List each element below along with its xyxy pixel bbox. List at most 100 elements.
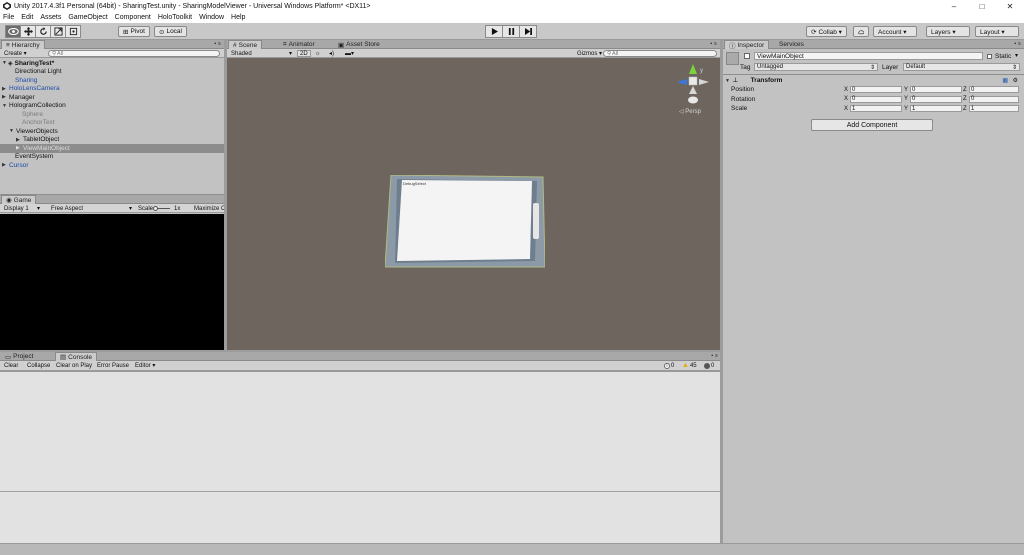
- menu-file[interactable]: File: [3, 14, 14, 21]
- scene-search-input[interactable]: ⚲ All: [603, 50, 717, 57]
- tab-scene[interactable]: # Scene: [228, 40, 263, 49]
- panel-menu-icon[interactable]: ▪ ≡: [1014, 41, 1021, 47]
- close-button[interactable]: ✕: [996, 0, 1024, 12]
- transform-row-label[interactable]: Scale: [731, 105, 747, 112]
- axis-label[interactable]: X: [844, 106, 848, 112]
- axis-label[interactable]: Y: [904, 96, 908, 102]
- axis-label[interactable]: Z: [963, 87, 967, 93]
- vector-field-z[interactable]: 0: [969, 86, 1019, 93]
- vector-field-x[interactable]: 0: [850, 86, 902, 93]
- maximize-button[interactable]: □: [968, 0, 996, 12]
- expand-arrow-icon[interactable]: ▶: [2, 94, 8, 100]
- horizontal-splitter[interactable]: [0, 350, 721, 352]
- help-icon[interactable]: ▦: [1002, 77, 1008, 84]
- scene-viewport[interactable]: y ◁ Persp DebugSelect: [227, 58, 720, 350]
- tab-services[interactable]: Services: [775, 40, 808, 49]
- axis-label[interactable]: Y: [904, 87, 908, 93]
- panel-menu-icon[interactable]: ▪ ≡: [710, 41, 717, 47]
- hierarchy-item[interactable]: ▼ HologramCollection: [0, 102, 224, 111]
- axis-label[interactable]: Y: [904, 106, 908, 112]
- hierarchy-item[interactable]: AnchorText: [0, 119, 224, 128]
- horizontal-splitter[interactable]: [0, 194, 224, 195]
- menu-window[interactable]: Window: [199, 14, 224, 21]
- aspect-dropdown[interactable]: Free Aspect: [49, 205, 85, 212]
- toggle-2d-button[interactable]: 2D: [297, 50, 311, 57]
- cloud-button[interactable]: [853, 26, 869, 37]
- tab-animator[interactable]: ⌗ Animator: [279, 40, 319, 49]
- rect-tool-button[interactable]: [65, 25, 81, 38]
- vector-field-z[interactable]: 1: [969, 105, 1019, 112]
- minimize-button[interactable]: –: [940, 0, 968, 12]
- axis-label[interactable]: X: [844, 87, 848, 93]
- hand-tool-button[interactable]: [5, 25, 21, 38]
- layout-dropdown[interactable]: Layout ▾: [975, 26, 1019, 37]
- tab-hierarchy[interactable]: ≡ Hierarchy: [1, 40, 45, 49]
- axis-label[interactable]: Z: [963, 96, 967, 102]
- dd-caret-icon[interactable]: ▾: [287, 50, 294, 57]
- expand-arrow-icon[interactable]: ▼: [725, 78, 731, 84]
- menu-gameobject[interactable]: GameObject: [68, 14, 107, 21]
- vector-field-y[interactable]: 0: [910, 86, 962, 93]
- editor-dropdown[interactable]: Editor ▾: [133, 362, 157, 369]
- active-checkbox[interactable]: [744, 53, 750, 59]
- expand-arrow-icon[interactable]: ▼: [2, 103, 8, 109]
- add-component-button[interactable]: Add Component: [811, 119, 933, 131]
- static-dropdown-icon[interactable]: ▾: [1015, 52, 1018, 59]
- expand-arrow-icon[interactable]: ▶: [2, 86, 8, 92]
- static-checkbox[interactable]: [987, 54, 992, 59]
- tab-asset-store[interactable]: ▣ Asset Store: [334, 40, 384, 49]
- transform-row-label[interactable]: Rotation: [731, 96, 755, 103]
- menu-component[interactable]: Component: [115, 14, 151, 21]
- tab-game[interactable]: ◉ Game: [1, 195, 37, 204]
- tablet-model[interactable]: [385, 175, 545, 269]
- error-pause-button[interactable]: Error Pause: [95, 362, 131, 369]
- shading-mode-dropdown[interactable]: Shaded: [229, 50, 293, 57]
- vector-field-x[interactable]: 1: [850, 105, 902, 112]
- tab-inspector[interactable]: ⓘ Inspector: [724, 40, 770, 50]
- lighting-toggle-icon[interactable]: ☼: [313, 50, 323, 57]
- pivot-toggle[interactable]: ⊞ Pivot: [118, 26, 150, 37]
- clear-on-play-button[interactable]: Clear on Play: [54, 362, 94, 369]
- info-filter-toggle[interactable]: i0: [662, 362, 676, 369]
- axis-label[interactable]: X: [844, 96, 848, 102]
- vector-field-y[interactable]: 0: [910, 95, 962, 103]
- layer-dropdown[interactable]: Default ⇕: [903, 63, 1020, 71]
- collapse-button[interactable]: Collapse: [25, 362, 52, 369]
- orientation-gizmo[interactable]: y: [675, 62, 711, 106]
- expand-arrow-icon[interactable]: ▶: [2, 162, 8, 168]
- move-tool-button[interactable]: [20, 25, 36, 38]
- tab-project[interactable]: ▭ Project: [1, 352, 37, 361]
- menu-edit[interactable]: Edit: [21, 14, 33, 21]
- play-button[interactable]: [485, 25, 503, 38]
- transform-header[interactable]: ▼ ⟂ Transform ▦ ⚙: [723, 76, 1024, 85]
- projection-label[interactable]: ◁ Persp: [679, 108, 701, 115]
- hierarchy-search-input[interactable]: ⚲ All: [48, 50, 220, 57]
- step-button[interactable]: [519, 25, 537, 38]
- vector-field-x[interactable]: 0: [850, 95, 902, 103]
- clear-button[interactable]: Clear: [2, 362, 20, 369]
- create-dropdown[interactable]: Create ▾: [2, 50, 29, 57]
- vector-field-z[interactable]: 0: [969, 95, 1019, 103]
- tab-console[interactable]: ▤ Console: [55, 352, 98, 361]
- pause-button[interactable]: [502, 25, 520, 38]
- hierarchy-item[interactable]: ▼ ViewerObjects: [0, 127, 224, 136]
- warning-filter-toggle[interactable]: ▲ 45: [680, 362, 699, 369]
- maximize-on-play-toggle[interactable]: Maximize C: [192, 205, 227, 212]
- hierarchy-item[interactable]: EventSystem: [0, 153, 224, 162]
- dd-caret-icon[interactable]: ▾: [127, 205, 134, 212]
- layers-dropdown[interactable]: Layers ▾: [926, 26, 970, 37]
- game-viewport[interactable]: [0, 214, 224, 350]
- hierarchy-item[interactable]: ▶ HoloLensCamera: [0, 85, 224, 94]
- transform-row-label[interactable]: Position: [731, 86, 754, 93]
- expand-arrow-icon[interactable]: ▼: [9, 128, 15, 134]
- slider-thumb[interactable]: [153, 205, 158, 211]
- hierarchy-item[interactable]: ▶ Manager: [0, 93, 224, 102]
- gear-icon[interactable]: ⚙: [1013, 77, 1018, 84]
- hierarchy-item[interactable]: ▶ Cursor: [0, 161, 224, 170]
- display-dropdown[interactable]: Display 1: [2, 205, 31, 212]
- vector-field-y[interactable]: 1: [910, 105, 962, 112]
- rotate-tool-button[interactable]: [35, 25, 51, 38]
- dd-caret-icon[interactable]: ▾: [35, 205, 42, 212]
- gizmos-dropdown[interactable]: Gizmos ▾: [575, 50, 604, 57]
- menu-help[interactable]: Help: [231, 14, 245, 21]
